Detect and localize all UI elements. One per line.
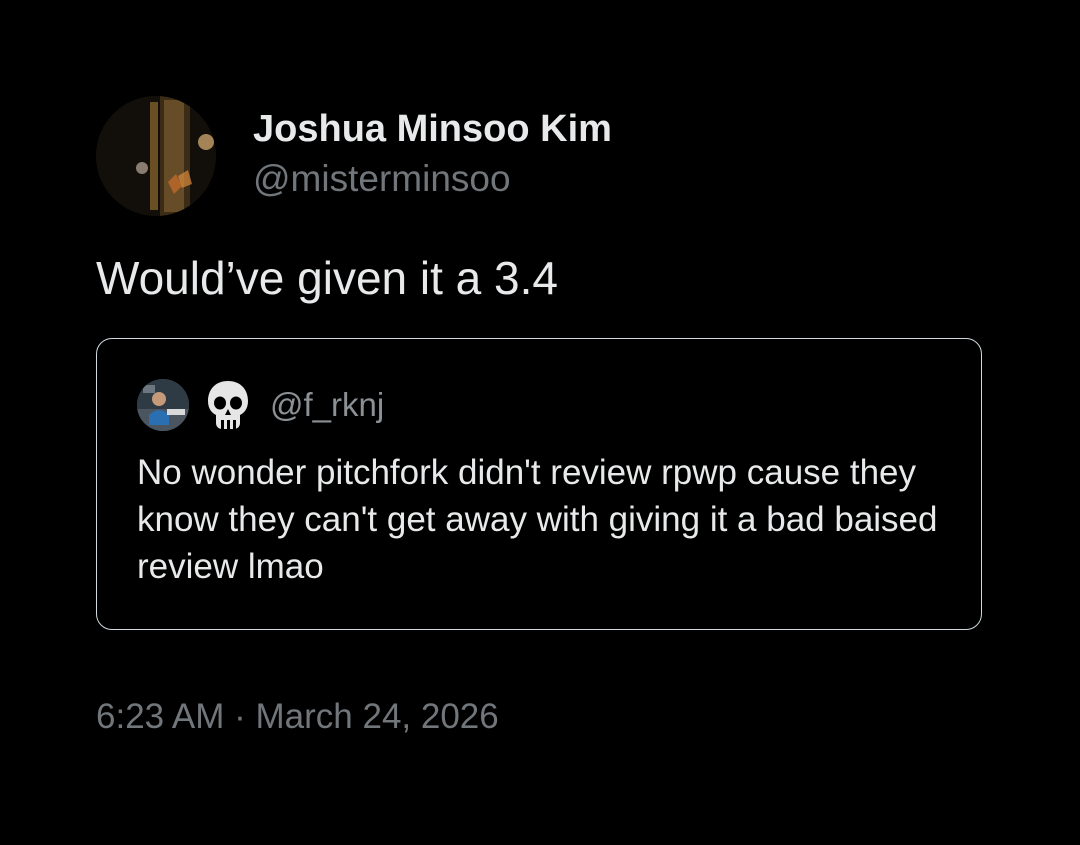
tweet[interactable]: Joshua Minsoo Kim @misterminsoo Would’ve… — [96, 96, 984, 738]
author-info: Joshua Minsoo Kim @misterminsoo — [253, 108, 612, 201]
quoted-avatar-photo-icon — [137, 379, 189, 431]
quoted-tweet-header: @f_rknj — [137, 379, 941, 431]
quoted-author-handle[interactable]: @f_rknj — [270, 385, 384, 425]
quoted-tweet-card[interactable]: @f_rknj No wonder pitchfork didn't revie… — [96, 338, 982, 630]
author-handle[interactable]: @misterminsoo — [253, 157, 612, 201]
author-avatar[interactable] — [96, 96, 216, 216]
quoted-tweet-text: No wonder pitchfork didn't review rpwp c… — [137, 453, 938, 586]
display-name[interactable]: Joshua Minsoo Kim — [253, 107, 612, 151]
skull-emoji-icon — [208, 381, 248, 429]
quoted-author-avatar[interactable] — [137, 379, 189, 431]
tweet-text: Would’ve given it a 3.4 — [96, 252, 558, 304]
tweet-timestamp[interactable]: 6:23 AM · March 24, 2026 — [96, 696, 984, 738]
author-row: Joshua Minsoo Kim @misterminsoo — [96, 96, 984, 216]
avatar-photo-icon — [96, 96, 216, 216]
